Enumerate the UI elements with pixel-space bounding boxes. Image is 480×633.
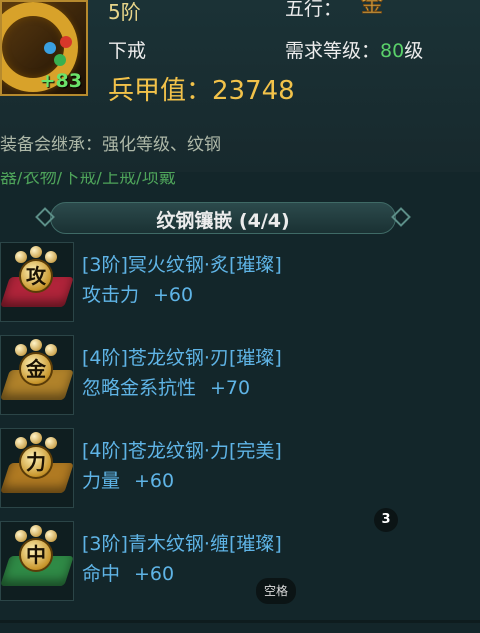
metal-element-icon: 金 bbox=[361, 0, 384, 18]
gem-slot-icon[interactable]: 金 bbox=[0, 335, 74, 415]
item-slot: 下戒 bbox=[108, 40, 147, 62]
enhance-level: +83 bbox=[39, 70, 82, 92]
gem-name: [4阶]苍龙纹钢·力[完美] bbox=[82, 440, 282, 462]
pearl-icon bbox=[45, 251, 57, 263]
gem-row-4[interactable]: 中 [3阶]青木纹钢·缠[璀璨] 命中 +60 bbox=[0, 521, 480, 603]
svg-text:金: 金 bbox=[361, 0, 383, 18]
armor-power-value: 23748 bbox=[212, 76, 295, 106]
bottom-divider bbox=[0, 620, 480, 623]
required-level-unit: 级 bbox=[404, 40, 424, 62]
ring-sapphire-icon bbox=[44, 42, 56, 54]
gem-stat-value: +60 bbox=[134, 470, 175, 492]
gem-row-2[interactable]: 金 [4阶]苍龙纹钢·刃[璀璨] 忽略金系抗性 +70 bbox=[0, 335, 480, 417]
hit-emblem-icon: 中 bbox=[19, 538, 53, 572]
gem-stat: 忽略金系抗性 +70 bbox=[82, 373, 250, 400]
required-level: 需求等级：80级 bbox=[285, 36, 423, 63]
section-title: 纹钢镶嵌 (4/4) bbox=[156, 210, 290, 232]
metal-emblem-icon: 金 bbox=[19, 352, 53, 386]
gem-stat-value: +60 bbox=[153, 284, 194, 306]
attack-emblem-icon: 攻 bbox=[19, 259, 53, 293]
item-info-panel: +83 5阶 下戒 五行： 金 需求等级：80级 兵甲值：23748 装备会继承… bbox=[0, 0, 480, 172]
gem-stat: 力量 +60 bbox=[82, 466, 174, 493]
ring-emerald-icon bbox=[54, 54, 66, 66]
space-key-hint[interactable]: 空格 bbox=[256, 578, 296, 604]
gem-row-3[interactable]: 力 [4阶]苍龙纹钢·力[完美] 力量 +60 bbox=[0, 428, 480, 510]
gem-stat-value: +60 bbox=[134, 563, 175, 585]
gem-stat: 攻击力 +60 bbox=[82, 280, 193, 307]
element-label: 五行： bbox=[285, 0, 343, 20]
gem-name: [4阶]苍龙纹钢·刃[璀璨] bbox=[82, 347, 282, 369]
required-level-label: 需求等级： bbox=[285, 40, 381, 62]
pearl-icon bbox=[45, 530, 57, 542]
required-level-value: 80 bbox=[380, 40, 405, 62]
item-tier: 5阶 bbox=[108, 0, 141, 24]
count-badge[interactable]: 3 bbox=[374, 508, 398, 532]
inherit-note: 装备会继承：强化等级、纹钢 bbox=[0, 135, 221, 155]
ring-ruby-icon bbox=[60, 36, 72, 48]
pearl-icon bbox=[30, 432, 42, 444]
gem-name: [3阶]冥火纹钢·炙[璀璨] bbox=[82, 254, 282, 276]
gem-slot-icon[interactable]: 中 bbox=[0, 521, 74, 601]
pearl-icon bbox=[30, 525, 42, 537]
pearl-icon bbox=[45, 344, 57, 356]
strength-emblem-icon: 力 bbox=[19, 445, 53, 479]
pearl-icon bbox=[30, 246, 42, 258]
gem-stat-value: +70 bbox=[210, 377, 251, 399]
gem-slot-icon[interactable]: 力 bbox=[0, 428, 74, 508]
inlay-section-header: 纹钢镶嵌 (4/4) bbox=[35, 198, 411, 238]
pearl-icon bbox=[45, 437, 57, 449]
gem-stat-label: 攻击力 bbox=[82, 284, 140, 306]
gem-stat-label: 命中 bbox=[82, 563, 121, 585]
gem-name: [3阶]青木纹钢·缠[璀璨] bbox=[82, 533, 282, 555]
gem-slot-icon[interactable]: 攻 bbox=[0, 242, 74, 322]
armor-power: 兵甲值：23748 bbox=[108, 70, 295, 107]
pearl-icon bbox=[30, 339, 42, 351]
gem-stat-label: 力量 bbox=[82, 470, 121, 492]
armor-power-label: 兵甲值： bbox=[108, 76, 213, 106]
gem-row-1[interactable]: 攻 [3阶]冥火纹钢·炙[璀璨] 攻击力 +60 bbox=[0, 242, 480, 324]
set-parts-line: 器/衣物/下戒/上戒/项戴 bbox=[0, 172, 176, 188]
ring-item-icon[interactable]: +83 bbox=[0, 0, 88, 96]
gem-stat-label: 忽略金系抗性 bbox=[82, 377, 197, 399]
gem-stat: 命中 +60 bbox=[82, 559, 174, 586]
